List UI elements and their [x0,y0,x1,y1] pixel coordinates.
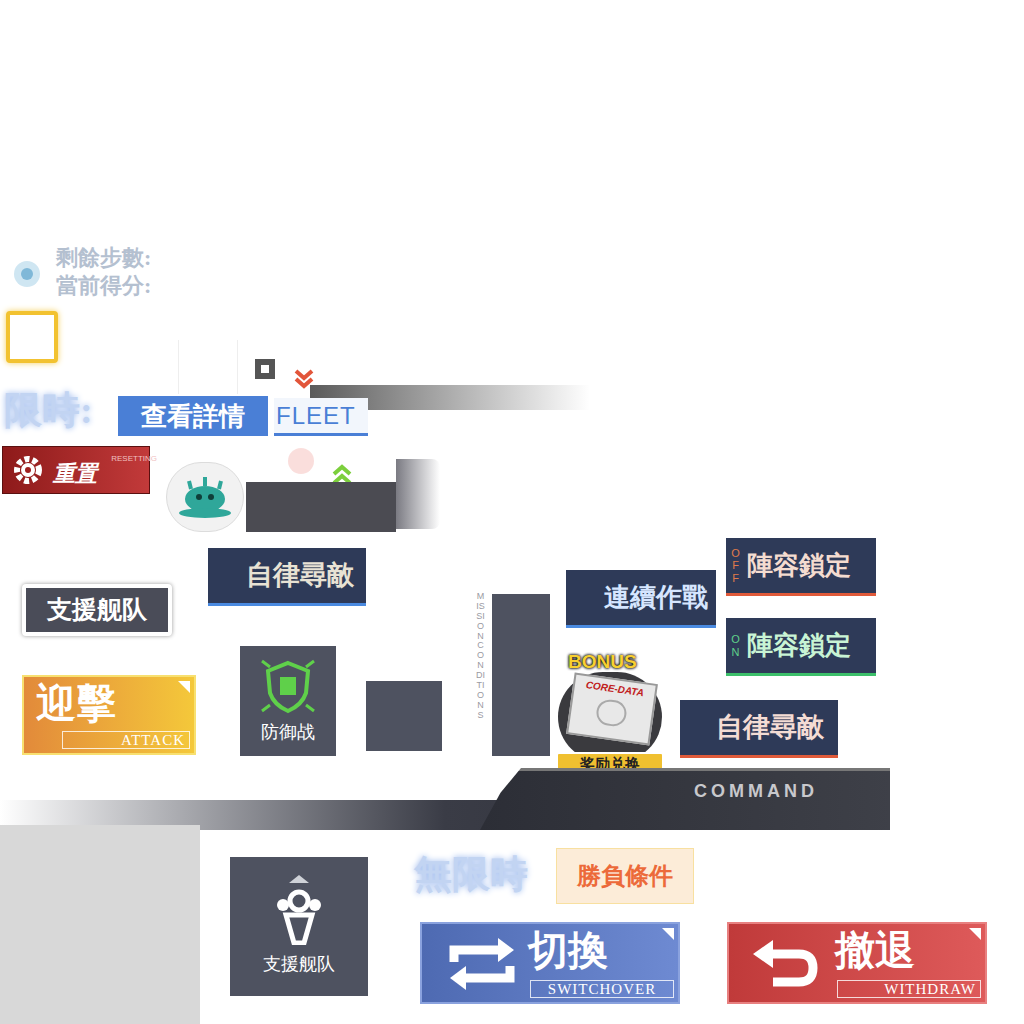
lock-state-label: ON [730,633,741,657]
glow-dot-icon [288,448,314,474]
status-dot-icon [14,261,40,287]
reset-button[interactable]: RESETTING 重置 [2,446,150,494]
mission-conditions-label: MISSION CONDITIONS [476,592,485,721]
lock-label: 陣容鎖定 [747,546,851,585]
formation-lock-toggle[interactable]: OFF 陣容鎖定 [726,538,876,596]
plate-shadow [396,459,440,529]
fleet-tab[interactable]: FLEET [274,398,368,436]
return-arrow-icon [749,938,819,992]
defense-badge: 防御战 [236,642,340,760]
expand-icon [289,875,309,883]
command-label: COMMAND [694,778,818,805]
auto-search-button[interactable]: 自律尋敵 [680,700,838,758]
switch-button[interactable]: 切換 SWITCHOVER [420,922,680,1004]
lock-state-label: OFF [730,547,741,583]
highlight-frame [6,311,58,363]
steps-label: 剩餘步數: [56,244,151,272]
faint-frame [178,340,238,394]
sea-creature-icon [177,475,233,519]
attack-button[interactable]: 迎擊 ATTACK [22,675,196,755]
formation-lock-toggle[interactable]: ON 陣容鎖定 [726,618,876,676]
support-fleet-button[interactable]: 支援舰队 [226,853,372,1000]
core-data-card: CORE-DATA [566,672,658,745]
switch-arrows-icon [446,936,518,992]
corner-icon [662,928,674,940]
withdraw-button[interactable]: 撤退 WITHDRAW [727,922,987,1004]
blank-panel [0,825,200,1024]
status-panel: 剩餘步數: 當前得分: [56,244,151,300]
support-fleet-icon [272,889,326,945]
dark-plate [246,482,396,532]
corner-icon [969,928,981,940]
victory-conditions-button[interactable]: 勝負條件 [556,848,694,904]
auto-search-button[interactable]: 自律尋敵 [208,548,366,606]
score-label: 當前得分: [56,272,151,300]
time-limit-label: 限時: [4,382,93,439]
bonus-exchange[interactable]: CORE-DATA BONUS 奖励兑换 [556,652,666,776]
marker-icon [255,359,275,379]
empty-slot [362,677,446,755]
mission-panel [488,590,554,760]
unlimited-time-label: 無限時 [414,846,528,903]
shield-icon [258,657,318,715]
continuous-battle-button[interactable]: 連續作戰 [566,570,716,628]
corner-icon [178,681,190,693]
gear-icon [9,451,47,489]
command-plate [480,768,890,830]
lock-label: 陣容鎖定 [747,626,851,665]
support-fleet-button[interactable]: 支援舰队 [22,584,172,636]
details-button[interactable]: 查看詳情 [118,396,268,436]
enemy-emblem [166,462,244,532]
sprite-atlas: 剩餘步數: 當前得分: 限時: 查看詳情 FLEET RESETTING 重置 [0,0,1024,1024]
